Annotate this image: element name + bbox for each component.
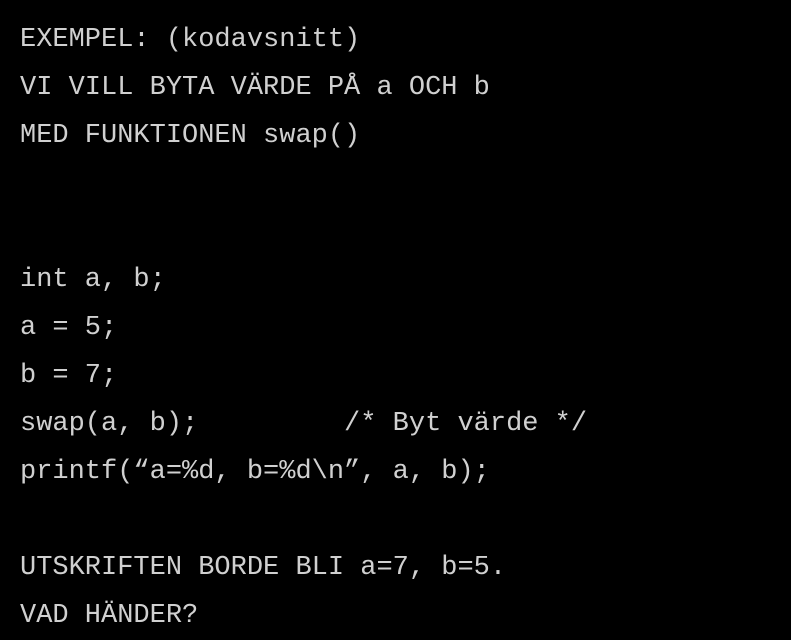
blank-line [20, 208, 771, 256]
text-line-title: EXEMPEL: (kodavsnitt) [20, 16, 771, 64]
code-line-assign-b: b = 7; [20, 352, 771, 400]
code-line-printf: printf(“a=%d, b=%d\n”, a, b); [20, 448, 771, 496]
text-line-intro-2: MED FUNKTIONEN swap() [20, 112, 771, 160]
code-line-swap: swap(a, b); /* Byt värde */ [20, 400, 771, 448]
text-line-intro-1: VI VILL BYTA VÄRDE PÅ a OCH b [20, 64, 771, 112]
blank-line [20, 496, 771, 544]
code-line-decl: int a, b; [20, 256, 771, 304]
text-line-question: VAD HÄNDER? [20, 592, 771, 640]
text-line-output: UTSKRIFTEN BORDE BLI a=7, b=5. [20, 544, 771, 592]
blank-line [20, 160, 771, 208]
code-line-assign-a: a = 5; [20, 304, 771, 352]
